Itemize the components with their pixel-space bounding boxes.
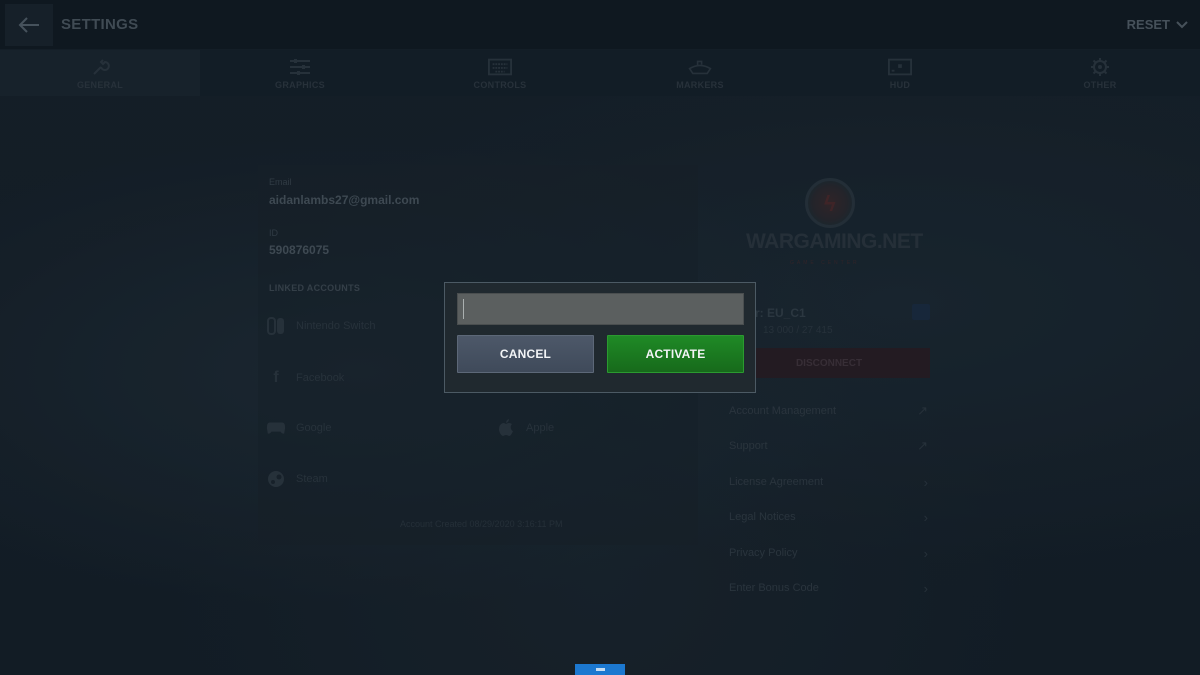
handle-icon — [595, 668, 605, 671]
bottom-handle[interactable] — [575, 664, 625, 675]
cancel-button[interactable]: CANCEL — [457, 335, 594, 373]
text-caret — [463, 299, 464, 319]
bonus-code-input[interactable] — [457, 293, 744, 325]
bonus-code-dialog: CANCEL ACTIVATE — [444, 282, 756, 393]
activate-button[interactable]: ACTIVATE — [607, 335, 744, 373]
